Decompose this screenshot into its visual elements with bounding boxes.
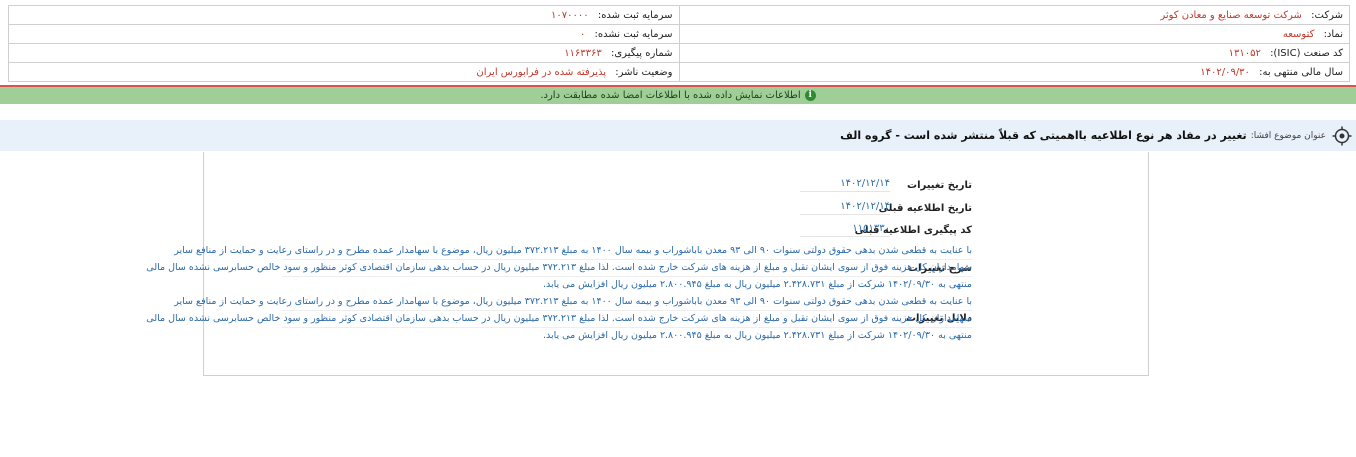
description-line: با عنایت به قطعی شدن بدهی حقوق دولتی سنو… bbox=[174, 243, 972, 260]
changes-date-label: تاریخ تغییرات bbox=[907, 180, 972, 191]
notice-text: اطلاعات نمایش داده شده با اطلاعات امضا ش… bbox=[540, 90, 801, 101]
info-icon: i bbox=[804, 90, 816, 101]
prev-code-value: ۱۱۵۱۳۳۰ bbox=[800, 223, 890, 237]
status-label: وضعیت ناشر: bbox=[615, 66, 673, 78]
company-cell: شرکت: شرکت توسعه صنایع و معادن کوثر bbox=[678, 5, 1350, 25]
capital-value: ۱۰۷۰۰۰۰ bbox=[551, 9, 589, 21]
target-icon bbox=[1332, 126, 1352, 146]
prev-date-label: تاریخ اطلاعیه قبلی bbox=[878, 203, 972, 214]
capital-cell: سرمایه ثبت شده: ۱۰۷۰۰۰۰ bbox=[8, 5, 680, 25]
info-row-fiscal: سال مالی منتهی به: ۱۴۰۲/۰۹/۳۰ وضعیت ناشر… bbox=[8, 62, 1350, 82]
subject-title: تغییر در مفاد هر نوع اطلاعیه بااهمیتی که… bbox=[840, 129, 1247, 142]
info-row-symbol: نماد: کتوسعه سرمایه ثبت نشده: ۰ bbox=[8, 24, 1350, 44]
details-panel: تاریخ تغییرات ۱۴۰۲/۱۲/۱۴ تاریخ اطلاعیه ق… bbox=[146, 152, 1149, 376]
description-line: سهامداران کل هزینه فوق از سوی ایشان تقبل… bbox=[146, 260, 972, 277]
fiscal-value: ۱۴۰۲/۰۹/۳۰ bbox=[1200, 66, 1250, 78]
info-row-company: شرکت: شرکت توسعه صنایع و معادن کوثر سرما… bbox=[8, 5, 1350, 25]
tracking-value: ۱۱۶۳۳۶۳ bbox=[564, 47, 602, 59]
company-label: شرکت: bbox=[1311, 9, 1343, 21]
unregistered-capital-label: سرمایه ثبت نشده: bbox=[594, 28, 673, 40]
changes-date-value: ۱۴۰۲/۱۲/۱۴ bbox=[800, 178, 890, 192]
capital-label: سرمایه ثبت شده: bbox=[597, 9, 673, 21]
reasons-line: منتهی به ۱۴۰۲/۰۹/۳۰ شرکت از مبلغ ۲.۴۲۸.۷… bbox=[542, 330, 972, 341]
isic-cell: کد صنعت (ISIC): ۱۳۱۰۵۲ bbox=[678, 43, 1350, 63]
status-cell: وضعیت ناشر: پذیرفته شده در فرابورس ایران bbox=[8, 62, 680, 82]
description-text: با عنایت به قطعی شدن بدهی حقوق دولتی سنو… bbox=[146, 243, 972, 293]
company-value[interactable]: شرکت توسعه صنایع و معادن کوثر bbox=[1160, 10, 1302, 21]
subject-bar: عنوان موضوع افشا: تغییر در مفاد هر نوع ا… bbox=[0, 120, 1356, 151]
prev-date-value: ۱۴۰۲/۱۲/۱۴ bbox=[800, 201, 890, 215]
tracking-cell: شماره پیگیری: ۱۱۶۳۳۶۳ bbox=[8, 43, 680, 63]
fiscal-label: سال مالی منتهی به: bbox=[1259, 66, 1343, 78]
description-line: منتهی به ۱۴۰۲/۰۹/۳۰ شرکت از مبلغ ۲.۴۲۸.۷… bbox=[542, 279, 972, 290]
company-info-table: شرکت: شرکت توسعه صنایع و معادن کوثر سرما… bbox=[8, 5, 1350, 82]
isic-label: کد صنعت (ISIC): bbox=[1270, 47, 1343, 59]
tracking-label: شماره پیگیری: bbox=[610, 47, 673, 59]
symbol-cell: نماد: کتوسعه bbox=[678, 24, 1350, 44]
reasons-text: با عنایت به قطعی شدن بدهی حقوق دولتی سنو… bbox=[146, 294, 972, 344]
reasons-line: سهامداران کل هزینه فوق از سوی ایشان تقبل… bbox=[146, 311, 972, 328]
unregistered-capital-cell: سرمایه ثبت نشده: ۰ bbox=[8, 24, 680, 44]
symbol-value[interactable]: کتوسعه bbox=[1283, 29, 1315, 40]
reasons-line: با عنایت به قطعی شدن بدهی حقوق دولتی سنو… bbox=[174, 294, 972, 311]
subject-label: عنوان موضوع افشا: bbox=[1250, 130, 1326, 141]
info-row-isic: کد صنعت (ISIC): ۱۳۱۰۵۲ شماره پیگیری: ۱۱۶… bbox=[8, 43, 1350, 63]
symbol-label: نماد: bbox=[1323, 28, 1343, 40]
fiscal-cell: سال مالی منتهی به: ۱۴۰۲/۰۹/۳۰ bbox=[678, 62, 1350, 82]
isic-value: ۱۳۱۰۵۲ bbox=[1228, 47, 1261, 59]
signature-match-notice: i اطلاعات نمایش داده شده با اطلاعات امضا… bbox=[0, 85, 1356, 104]
status-value: پذیرفته شده در فرابورس ایران bbox=[476, 66, 607, 78]
unregistered-capital-value: ۰ bbox=[579, 28, 586, 40]
